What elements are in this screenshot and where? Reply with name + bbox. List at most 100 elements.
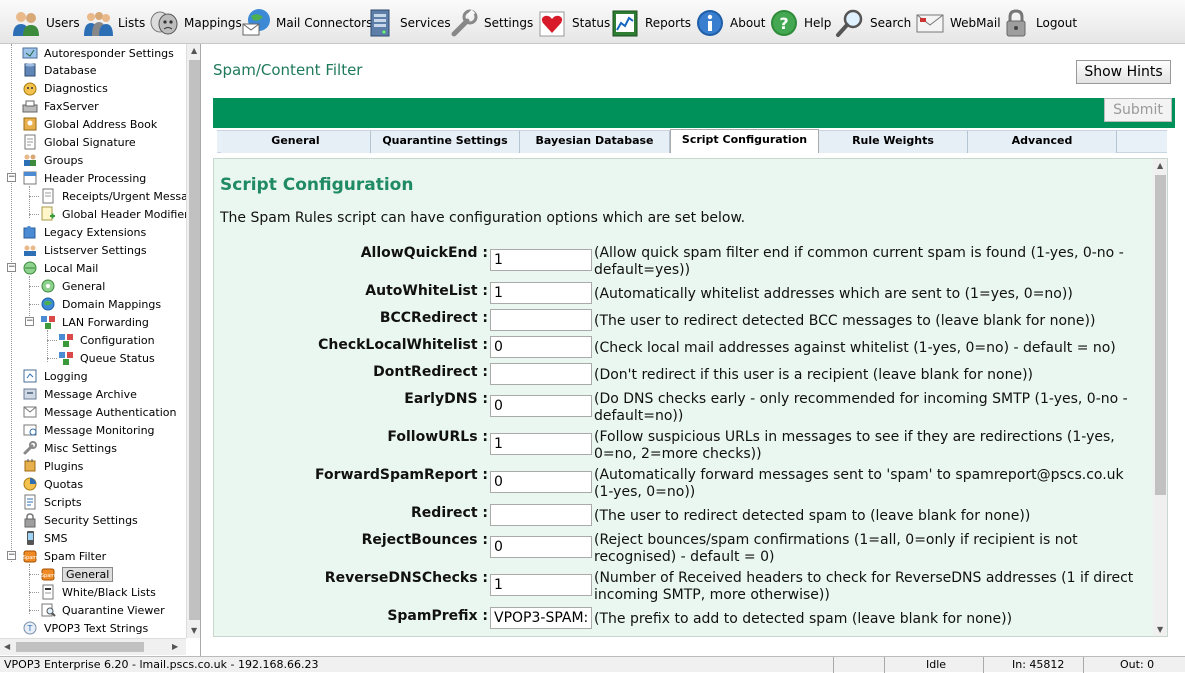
scroll-up-arrow-icon[interactable]: ▲ <box>1157 161 1163 170</box>
tree-item-faxserver[interactable]: FaxServer <box>22 97 99 115</box>
dontredirect-input[interactable] <box>490 363 592 385</box>
toolbar-mappings-button[interactable]: Mappings <box>148 6 242 40</box>
tree-item-scripts[interactable]: Scripts <box>22 493 82 511</box>
settings-tree: Autoresponder Settings Database Diagnost… <box>0 44 186 638</box>
tree-item-message-authentication[interactable]: Message Authentication <box>22 403 176 421</box>
tree-item-diagnostics[interactable]: Diagnostics <box>22 79 108 97</box>
tree-item-label: Global Header Modifiers <box>62 207 186 221</box>
tree-item-lan-configuration[interactable]: Configuration <box>58 331 155 349</box>
tree-item-local-mail-general[interactable]: General <box>40 277 105 295</box>
toolbar-mail-connectors-button[interactable]: Mail Connectors <box>240 6 372 40</box>
puzzle-icon <box>22 224 38 240</box>
option-label: EarlyDNS : <box>404 391 488 407</box>
show-hints-button[interactable]: Show Hints <box>1076 60 1171 84</box>
sidebar-vertical-scrollbar[interactable]: ▲ ▼ <box>186 44 200 638</box>
rejectbounces-input[interactable]: 0 <box>490 536 592 558</box>
scroll-left-arrow-icon[interactable]: ◀ <box>4 642 10 651</box>
tree-item-domain-mappings[interactable]: Domain Mappings <box>40 295 161 313</box>
collapse-toggle[interactable]: − <box>25 317 34 326</box>
followurls-input[interactable]: 1 <box>490 433 592 455</box>
toolbar-about-button[interactable]: About <box>694 6 765 40</box>
toolbar-label: Logout <box>1036 16 1078 30</box>
tree-item-white-black-lists[interactable]: White/Black Lists <box>40 583 156 601</box>
tree-item-message-archive[interactable]: Message Archive <box>22 385 137 403</box>
toolbar-search-button[interactable]: Search <box>834 6 911 40</box>
lan-icon <box>58 350 74 366</box>
status-separator <box>884 657 885 673</box>
tree-item-quotas[interactable]: Quotas <box>22 475 83 493</box>
tree-item-global-header-modifiers[interactable]: Global Header Modifiers <box>40 205 186 223</box>
tree-item-sms[interactable]: SMS <box>22 529 67 547</box>
toolbar-settings-button[interactable]: Settings <box>448 6 533 40</box>
toolbar-help-button[interactable]: ? Help <box>768 6 831 40</box>
tree-item-local-mail[interactable]: Local Mail <box>22 259 98 277</box>
tree-item-listserver-settings[interactable]: Listserver Settings <box>22 241 147 259</box>
tab-quarantine-settings[interactable]: Quarantine Settings <box>371 131 520 153</box>
scrollbar-thumb[interactable] <box>1155 175 1166 495</box>
tree-item-plugins[interactable]: Plugins <box>22 457 83 475</box>
toolbar-services-button[interactable]: Services <box>364 6 451 40</box>
scroll-down-arrow-icon[interactable]: ▼ <box>1157 625 1163 634</box>
tree-item-vpop3-text-strings[interactable]: T VPOP3 Text Strings <box>22 619 148 637</box>
toolbar-logout-button[interactable]: Logout <box>1000 6 1077 40</box>
spamprefix-input[interactable]: VPOP3-SPAM: <box>490 607 592 629</box>
tree-item-quarantine-viewer[interactable]: Quarantine Viewer <box>40 601 165 619</box>
option-label: FollowURLs : <box>387 429 488 445</box>
tab-rule-weights[interactable]: Rule Weights <box>819 131 968 153</box>
tree-item-legacy-extensions[interactable]: Legacy Extensions <box>22 223 146 241</box>
tree-item-queue-status[interactable]: Queue Status <box>58 349 155 367</box>
tree-item-global-address-book[interactable]: Global Address Book <box>22 115 157 133</box>
tree-item-misc-settings[interactable]: Misc Settings <box>22 439 117 457</box>
option-description: (Check local mail addresses against whit… <box>594 340 1116 356</box>
collapse-toggle[interactable]: − <box>7 551 16 560</box>
tree-item-groups[interactable]: Groups <box>22 151 83 169</box>
tree-item-database[interactable]: Database <box>22 61 97 79</box>
tab-advanced[interactable]: Advanced <box>968 131 1117 153</box>
tree-item-logging[interactable]: Logging <box>22 367 88 385</box>
sidebar-horizontal-scrollbar[interactable]: ◀ ▶ <box>0 638 186 655</box>
address-book-icon <box>22 116 38 132</box>
toolbar-status-button[interactable]: Status <box>536 6 610 40</box>
allowquickend-input[interactable]: 1 <box>490 249 592 271</box>
tab-general[interactable]: General <box>221 131 371 153</box>
bccredirect-input[interactable] <box>490 309 592 331</box>
toolbar-reports-button[interactable]: Reports <box>609 6 691 40</box>
tree-item-global-signature[interactable]: Global Signature <box>22 133 136 151</box>
forwardspamreport-input[interactable]: 0 <box>490 471 592 493</box>
checklocalwhitelist-input[interactable]: 0 <box>490 336 592 358</box>
tree-item-label: Message Archive <box>44 387 137 401</box>
collapse-toggle[interactable]: − <box>7 263 16 272</box>
tree-item-receipts-urgent-messages[interactable]: Receipts/Urgent Messages <box>40 187 186 205</box>
option-description: (Reject bounces/spam confirmations (1=al… <box>594 532 1078 565</box>
earlydns-input[interactable]: 0 <box>490 395 592 417</box>
scrollbar-thumb[interactable] <box>16 642 144 652</box>
tab-script-configuration[interactable]: Script Configuration <box>670 129 819 153</box>
tree-item-label: Domain Mappings <box>62 297 162 311</box>
toolbar-label: Users <box>46 16 80 30</box>
tree-item-security-settings[interactable]: Security Settings <box>22 511 138 529</box>
tab-bayesian-database[interactable]: Bayesian Database <box>520 131 670 153</box>
tree-item-message-monitoring[interactable]: Message Monitoring <box>22 421 155 439</box>
scroll-right-arrow-icon[interactable]: ▶ <box>172 642 178 651</box>
tree-line <box>29 196 39 197</box>
toolbar-webmail-button[interactable]: WebMail <box>914 6 1001 40</box>
tree-item-spam-general[interactable]: Spam General <box>40 565 114 583</box>
tree-item-spam-filter[interactable]: Spam Spam Filter <box>22 547 106 565</box>
toolbar-users-button[interactable]: Users <box>10 6 80 40</box>
scroll-down-arrow-icon[interactable]: ▼ <box>191 626 197 635</box>
option-description: (Automatically whitelist addresses which… <box>594 286 1073 302</box>
submit-button[interactable]: Submit <box>1104 98 1172 122</box>
scroll-up-arrow-icon[interactable]: ▲ <box>191 46 197 55</box>
scrollbar-thumb[interactable] <box>189 60 200 620</box>
content-vertical-scrollbar[interactable]: ▲ ▼ <box>1153 159 1167 636</box>
option-description: (Number of Received headers to check for… <box>594 570 1134 603</box>
toolbar-lists-button[interactable]: Lists <box>82 6 145 40</box>
redirect-input[interactable] <box>490 504 592 526</box>
reversednschecks-input[interactable]: 1 <box>490 574 592 596</box>
tree-item-autoresponder-settings[interactable]: Autoresponder Settings <box>22 44 174 62</box>
autowhitelist-input[interactable]: 1 <box>490 282 592 304</box>
script-icon <box>22 494 38 510</box>
collapse-toggle[interactable]: − <box>7 173 16 182</box>
tree-item-lan-forwarding[interactable]: LAN Forwarding <box>40 313 149 331</box>
tree-item-header-processing[interactable]: Header Processing <box>22 169 146 187</box>
